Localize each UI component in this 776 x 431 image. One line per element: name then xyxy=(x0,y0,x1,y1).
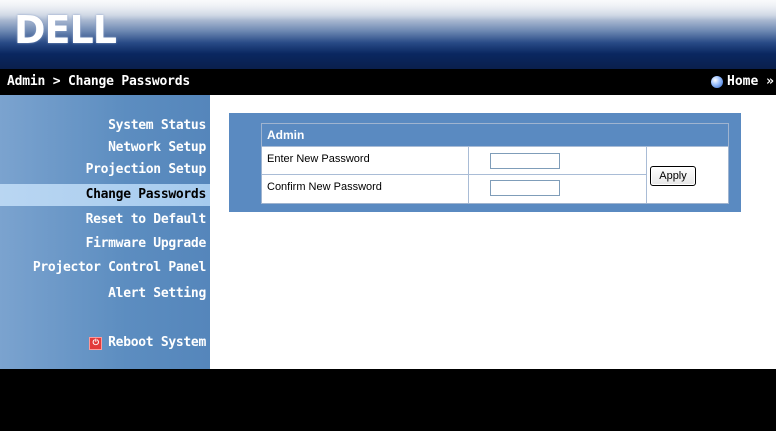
banner-shine xyxy=(0,0,776,20)
admin-panel-title: Admin xyxy=(262,124,728,146)
sidebar-item-alert-setting[interactable]: Alert Setting xyxy=(0,283,210,305)
admin-panel: Admin Enter New Password Confirm New Pas… xyxy=(229,113,741,212)
new-password-input[interactable] xyxy=(490,153,560,169)
sidebar-item-network-setup[interactable]: Network Setup xyxy=(0,137,210,159)
header-banner: DELL xyxy=(0,0,776,69)
new-password-label: Enter New Password xyxy=(267,153,370,165)
table-divider xyxy=(262,174,646,175)
confirm-password-input[interactable] xyxy=(490,180,560,196)
home-link[interactable]: Home » xyxy=(711,74,774,89)
confirm-password-label: Confirm New Password xyxy=(267,181,382,193)
sidebar: System Status Network Setup Projection S… xyxy=(0,95,210,369)
sidebar-item-firmware-upgrade[interactable]: Firmware Upgrade xyxy=(0,233,210,255)
table-divider xyxy=(262,146,728,147)
sidebar-item-change-passwords[interactable]: Change Passwords xyxy=(0,184,210,206)
breadcrumb-bar: Admin > Change Passwords Home » xyxy=(0,69,776,95)
power-icon: ⏻ xyxy=(89,336,103,350)
sidebar-item-reset-to-default[interactable]: Reset to Default xyxy=(0,209,210,231)
home-link-label: Home » xyxy=(727,74,774,89)
table-divider xyxy=(468,146,469,203)
reboot-label: Reboot System xyxy=(108,335,206,350)
globe-icon xyxy=(711,75,724,88)
sidebar-item-projection-setup[interactable]: Projection Setup xyxy=(0,159,210,181)
table-divider xyxy=(646,146,647,203)
sidebar-item-projector-control-panel[interactable]: Projector Control Panel xyxy=(0,257,210,279)
sidebar-item-system-status[interactable]: System Status xyxy=(0,115,210,137)
dell-logo: DELL xyxy=(14,8,117,52)
footer-bar xyxy=(0,369,776,431)
sidebar-item-reboot-system[interactable]: ⏻ Reboot System xyxy=(0,332,210,354)
apply-button[interactable]: Apply xyxy=(650,166,696,186)
breadcrumb: Admin > Change Passwords xyxy=(7,74,191,89)
